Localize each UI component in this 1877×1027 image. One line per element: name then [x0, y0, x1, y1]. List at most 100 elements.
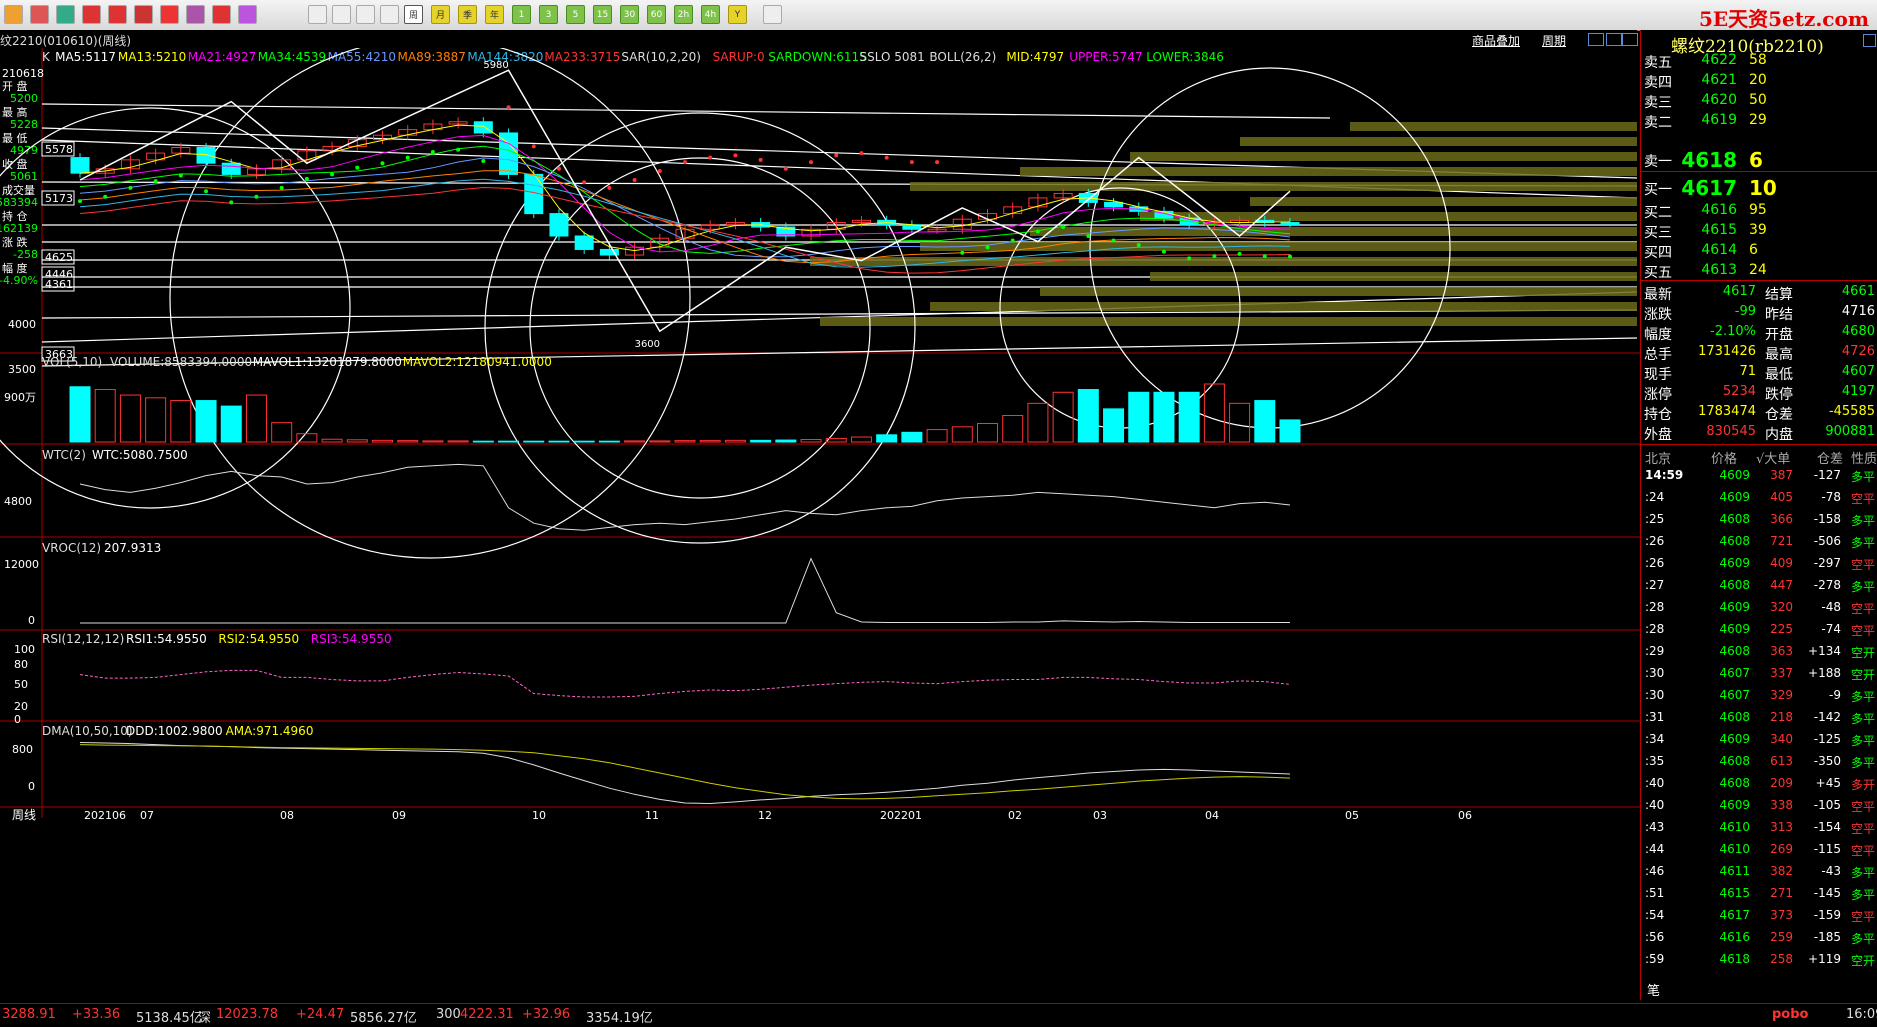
layout-icon-3[interactable]: [1622, 33, 1638, 46]
indicator-label: MA233:3715: [544, 50, 620, 64]
period-link[interactable]: 周期: [1542, 32, 1566, 49]
vol-bar: [674, 440, 696, 443]
sar-dot: [1212, 254, 1217, 259]
period-button-3[interactable]: 年: [485, 5, 504, 24]
ddd-line: [79, 742, 1291, 805]
overlay-link[interactable]: 商品叠加: [1472, 32, 1520, 49]
period-button-12[interactable]: Y: [728, 5, 747, 24]
tick-type: 多平: [1851, 514, 1876, 528]
info-value: 583394: [0, 196, 38, 209]
vol-bar: [1229, 402, 1251, 443]
vol-bar: [1279, 419, 1301, 443]
vol-bar: [1178, 391, 1200, 443]
brand-logo: 5E天资5etz.com: [1698, 7, 1869, 31]
chart-area[interactable]: K MA5:5117 MA13:5210 MA21:4927 MA34:4539 MA55…: [0, 48, 1640, 1023]
stat-value: 71: [1739, 364, 1756, 379]
bid-price: 4616: [1701, 202, 1737, 218]
tick-price: 4618: [1719, 952, 1750, 966]
gann-arc-1: [529, 157, 871, 499]
sar-dot: [985, 245, 990, 250]
tick-volume: 225: [1770, 622, 1793, 636]
sar-dot: [632, 178, 637, 182]
period-button-0[interactable]: 周: [404, 5, 423, 24]
stat-label: 幅度: [1644, 327, 1672, 343]
volume-profile-bar: [910, 182, 1637, 191]
ticks-header: 性质: [1851, 452, 1877, 467]
tick-price: 4609: [1719, 468, 1750, 482]
rsi-tick: 20: [14, 700, 28, 713]
tick-oi-change: +188: [1808, 666, 1841, 680]
volume-profile-bar: [1150, 272, 1637, 281]
info-label: 幅 度: [2, 261, 28, 275]
tick-price: 4610: [1719, 842, 1750, 856]
period-button-9[interactable]: 60: [647, 5, 666, 24]
vol-bar: [876, 434, 898, 443]
tool-icon-1[interactable]: [30, 5, 49, 24]
tick-type: 多平: [1851, 536, 1876, 550]
ask-price: 4619: [1701, 112, 1737, 128]
period-button-8[interactable]: 30: [620, 5, 639, 24]
chart-tool-icon-0[interactable]: [308, 5, 327, 24]
vol-bar: [498, 440, 520, 443]
vol-value: MAVOL2:12180941.0000: [403, 355, 552, 369]
vol-bar: [598, 440, 620, 443]
period-button-2[interactable]: 季: [458, 5, 477, 24]
period-button-4[interactable]: 1: [512, 5, 531, 24]
period-button-7[interactable]: 15: [593, 5, 612, 24]
calendar-icon[interactable]: [763, 5, 782, 24]
tool-icon-0[interactable]: [4, 5, 23, 24]
tick-oi-change: -185: [1813, 930, 1841, 944]
sar-dot: [556, 166, 561, 171]
tick-price: 4609: [1719, 600, 1750, 614]
tool-icon-4[interactable]: [108, 5, 127, 24]
chart-tool-icon-3[interactable]: [380, 5, 399, 24]
tick-price: 4616: [1719, 930, 1750, 944]
sar-dot: [1262, 254, 1267, 259]
tick-price: 4608: [1719, 644, 1750, 658]
period-button-1[interactable]: 月: [431, 5, 450, 24]
ask-volume: 58: [1749, 52, 1767, 68]
book-divider: [1641, 171, 1877, 172]
sar-dot: [960, 250, 965, 255]
tool-icon-2[interactable]: [56, 5, 75, 24]
tick-price: 4608: [1719, 534, 1750, 548]
sar-dot: [481, 158, 486, 163]
tick-volume: 269: [1770, 842, 1793, 856]
dma-tick: 800: [12, 743, 33, 756]
tick-price: 4609: [1719, 490, 1750, 504]
vol-bar: [649, 440, 671, 443]
sar-dot: [935, 160, 940, 165]
tool-icon-3[interactable]: [82, 5, 101, 24]
tool-icon-7[interactable]: [186, 5, 205, 24]
info-label: 最 高: [2, 105, 28, 119]
expand-icon[interactable]: [1863, 34, 1876, 47]
period-button-10[interactable]: 2h: [674, 5, 693, 24]
sar-dot: [1288, 254, 1292, 259]
tool-icon-6[interactable]: [160, 5, 179, 24]
vol-value: MAVOL1:13201879.8000: [253, 355, 402, 369]
ticks-header: √大单: [1756, 452, 1791, 467]
ask-label: 卖一: [1644, 154, 1672, 170]
rsi-tick: 0: [14, 713, 21, 726]
tick-time: :28: [1645, 622, 1665, 636]
ask-label: 卖二: [1644, 115, 1672, 131]
vol-bar: [245, 394, 267, 443]
period-button-5[interactable]: 3: [539, 5, 558, 24]
period-button-11[interactable]: 4h: [701, 5, 720, 24]
layout-icon-2[interactable]: [1606, 33, 1622, 46]
tool-icon-8[interactable]: [212, 5, 231, 24]
chart-tool-icon-1[interactable]: [332, 5, 351, 24]
bid-price: 4614: [1701, 242, 1737, 258]
ticks-header: 价格: [1711, 452, 1738, 467]
tool-icon-9[interactable]: [238, 5, 257, 24]
period-button-6[interactable]: 5: [566, 5, 585, 24]
high-mark: 5980: [483, 60, 508, 71]
tool-icon-5[interactable]: [134, 5, 153, 24]
vol-bar: [220, 405, 242, 443]
stat-value: 4680: [1841, 324, 1875, 339]
chart-tool-icon-2[interactable]: [356, 5, 375, 24]
rsi-tick: 80: [14, 658, 28, 671]
x-axis-label: 03: [1093, 809, 1107, 822]
sar-dot: [304, 176, 309, 181]
layout-icon[interactable]: [1588, 33, 1604, 46]
